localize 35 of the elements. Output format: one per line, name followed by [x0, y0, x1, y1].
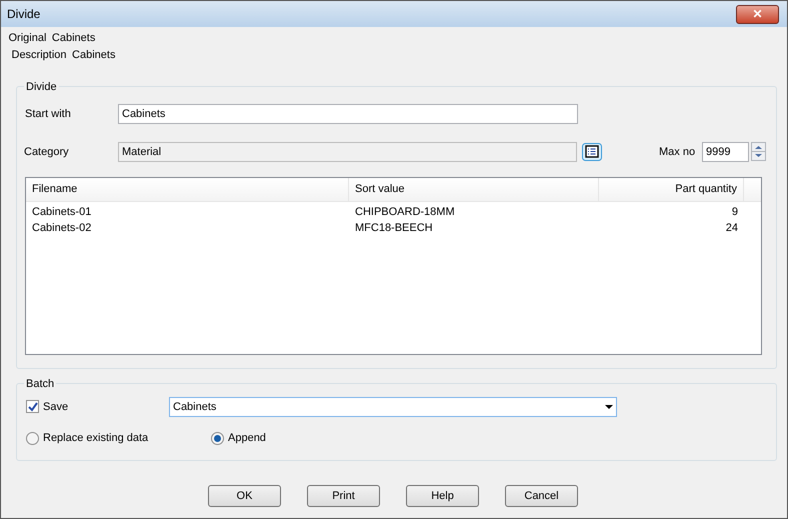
field-label: Start with	[25, 106, 72, 122]
field-label: Description	[12, 48, 67, 63]
table-cell-text: MFC18-BEECH	[354, 220, 434, 236]
list-icon[interactable]	[582, 142, 602, 161]
column-header[interactable]: Part quantity	[599, 178, 744, 201]
field-value: Cabinets	[52, 31, 96, 46]
radio-label: Append	[228, 430, 266, 446]
field-value: Cabinets	[72, 48, 116, 63]
table-cell-text: 9	[730, 204, 739, 220]
field-label: Category	[24, 144, 70, 160]
spinner-arrows-icon[interactable]	[751, 142, 766, 162]
column-header[interactable]: Filename	[26, 178, 349, 201]
table-cell-text: 24	[724, 220, 739, 236]
checkbox[interactable]	[26, 400, 39, 414]
checkbox-label: Save	[43, 400, 70, 414]
field-label: Max no	[659, 144, 696, 160]
table-cell-text: Cabinets-01	[31, 204, 92, 220]
column-header[interactable]: Sort value	[349, 178, 599, 201]
field-label: Original	[8, 31, 46, 46]
table-cell-text: CHIPBOARD-18MM	[354, 204, 456, 220]
text-field[interactable]: Cabinets	[118, 104, 578, 124]
dropdown-field[interactable]: Cabinets	[169, 396, 617, 417]
dialog-button[interactable]: Print	[307, 484, 380, 507]
number-field[interactable]: 9999	[702, 142, 749, 162]
table-cell-text: Cabinets-02	[31, 220, 92, 236]
caret-icon	[605, 404, 613, 409]
dialog-button[interactable]: Cancel	[505, 484, 578, 507]
radio-button[interactable]	[26, 432, 39, 444]
radio-button[interactable]	[211, 432, 224, 444]
dialog-button[interactable]: OK	[208, 484, 281, 507]
window-title: Divide	[7, 6, 40, 23]
dialog-button[interactable]: Help	[406, 484, 479, 507]
radio-label: Replace existing data	[43, 430, 150, 446]
dropdown-value: Cabinets	[173, 400, 216, 414]
category-field[interactable]: Material	[118, 142, 577, 162]
